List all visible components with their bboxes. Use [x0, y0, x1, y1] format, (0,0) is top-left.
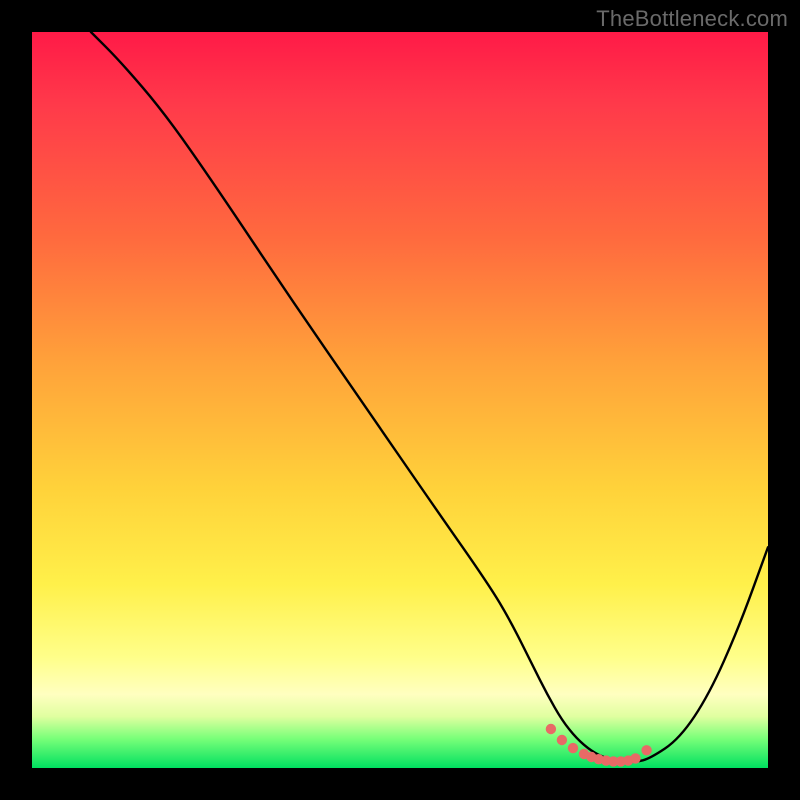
trough-marker: [641, 745, 651, 755]
watermark-text: TheBottleneck.com: [596, 6, 788, 32]
chart-frame: TheBottleneck.com: [0, 0, 800, 800]
trough-marker: [557, 735, 567, 745]
plot-area: [32, 32, 768, 768]
trough-marker: [568, 743, 578, 753]
curve-layer: [32, 32, 768, 768]
trough-marker: [546, 724, 556, 734]
trough-marker: [630, 753, 640, 763]
trough-marker-group: [546, 724, 652, 767]
bottleneck-curve: [91, 32, 768, 762]
